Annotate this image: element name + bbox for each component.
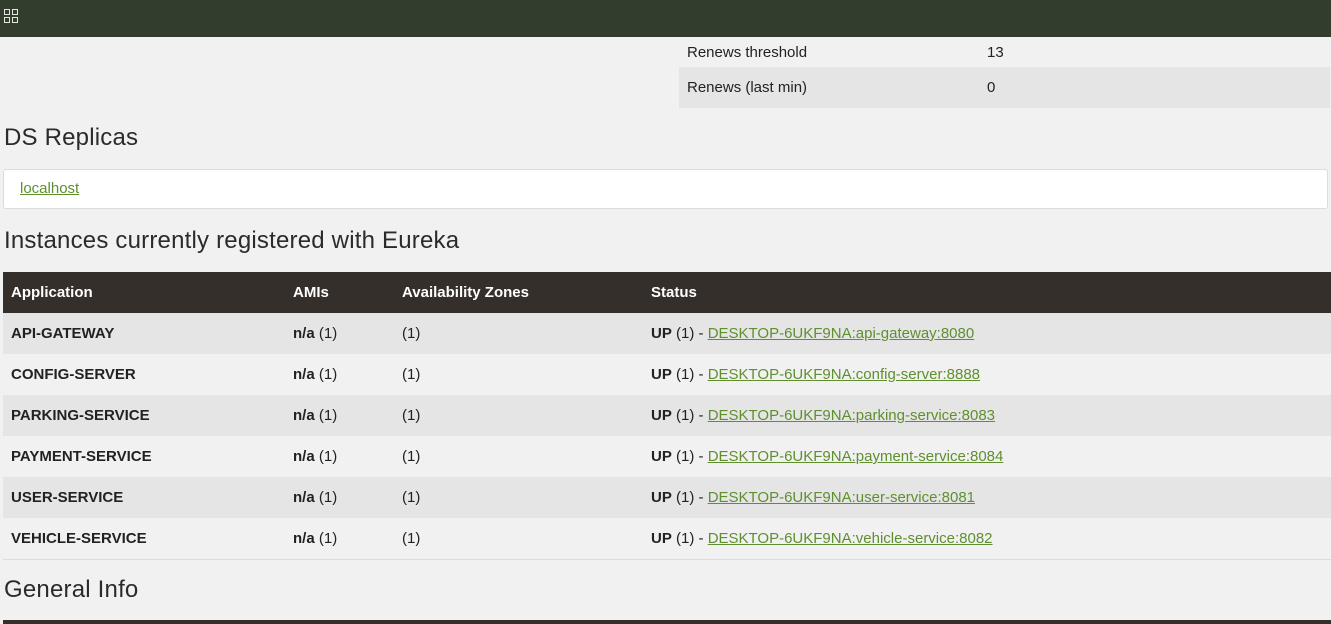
ami-cell: n/a (1) — [285, 436, 394, 477]
column-header-availability-zones: Availability Zones — [394, 272, 643, 313]
ami-value: n/a — [293, 530, 315, 547]
zones-cell: (1) — [394, 354, 643, 395]
ami-value: n/a — [293, 366, 315, 383]
ami-cell: n/a (1) — [285, 477, 394, 518]
stats-value: 0 — [979, 67, 1330, 108]
zones-cell: (1) — [394, 436, 643, 477]
ami-count: (1) — [318, 325, 338, 342]
ami-value: n/a — [293, 489, 315, 506]
application-name: API-GATEWAY — [3, 313, 285, 354]
application-name: VEHICLE-SERVICE — [3, 518, 285, 560]
table-row: USER-SERVICE n/a (1) (1) UP (1) - DESKTO… — [3, 477, 1331, 518]
status-cell: UP (1) - DESKTOP-6UKF9NA:user-service:80… — [643, 477, 1331, 518]
instance-link[interactable]: DESKTOP-6UKF9NA:api-gateway:8080 — [708, 325, 975, 342]
ami-count: (1) — [318, 448, 338, 465]
stats-value: 13 — [987, 43, 1004, 61]
zones-cell: (1) — [394, 313, 643, 354]
instance-link[interactable]: DESKTOP-6UKF9NA:config-server:8888 — [708, 366, 980, 383]
instances-table: Application AMIs Availability Zones Stat… — [3, 272, 1331, 560]
status-value: UP — [651, 489, 672, 506]
general-info-heading: General Info — [4, 576, 139, 603]
ds-replicas-heading: DS Replicas — [4, 124, 139, 151]
status-count: (1) - — [676, 366, 704, 383]
status-cell: UP (1) - DESKTOP-6UKF9NA:parking-service… — [643, 395, 1331, 436]
ami-value: n/a — [293, 407, 315, 424]
ami-count: (1) — [318, 489, 338, 506]
zones-cell: (1) — [394, 395, 643, 436]
status-value: UP — [651, 448, 672, 465]
ami-count: (1) — [318, 366, 338, 383]
status-cell: UP (1) - DESKTOP-6UKF9NA:payment-service… — [643, 436, 1331, 477]
table-row: API-GATEWAY n/a (1) (1) UP (1) - DESKTOP… — [3, 313, 1331, 354]
grid-icon[interactable] — [4, 9, 18, 23]
stats-row: Renews (last min) 0 — [679, 67, 1330, 108]
status-cell: UP (1) - DESKTOP-6UKF9NA:api-gateway:808… — [643, 313, 1331, 354]
ami-value: n/a — [293, 325, 315, 342]
ami-cell: n/a (1) — [285, 518, 394, 560]
ami-cell: n/a (1) — [285, 395, 394, 436]
top-navbar — [0, 0, 1331, 37]
status-cell: UP (1) - DESKTOP-6UKF9NA:config-server:8… — [643, 354, 1331, 395]
status-count: (1) - — [676, 530, 704, 547]
instance-link[interactable]: DESKTOP-6UKF9NA:payment-service:8084 — [708, 448, 1004, 465]
status-count: (1) - — [676, 407, 704, 424]
column-header-amis: AMIs — [285, 272, 394, 313]
application-name: PARKING-SERVICE — [3, 395, 285, 436]
status-count: (1) - — [676, 489, 704, 506]
instances-header-row: Application AMIs Availability Zones Stat… — [3, 272, 1331, 313]
application-name: USER-SERVICE — [3, 477, 285, 518]
renews-stats-table: Renews threshold 13 Renews (last min) 0 — [679, 37, 1330, 108]
status-value: UP — [651, 407, 672, 424]
status-cell: UP (1) - DESKTOP-6UKF9NA:vehicle-service… — [643, 518, 1331, 560]
ami-cell: n/a (1) — [285, 313, 394, 354]
status-count: (1) - — [676, 448, 704, 465]
status-value: UP — [651, 530, 672, 547]
ami-cell: n/a (1) — [285, 354, 394, 395]
instance-link[interactable]: DESKTOP-6UKF9NA:user-service:8081 — [708, 489, 975, 506]
status-value: UP — [651, 366, 672, 383]
instance-link[interactable]: DESKTOP-6UKF9NA:parking-service:8083 — [708, 407, 995, 424]
status-count: (1) - — [676, 325, 704, 342]
table-row: VEHICLE-SERVICE n/a (1) (1) UP (1) - DES… — [3, 518, 1331, 560]
table-row: PARKING-SERVICE n/a (1) (1) UP (1) - DES… — [3, 395, 1331, 436]
zones-cell: (1) — [394, 477, 643, 518]
replicas-list: localhost — [3, 169, 1328, 209]
replica-link-localhost[interactable]: localhost — [20, 180, 79, 197]
application-name: CONFIG-SERVER — [3, 354, 285, 395]
table-row: PAYMENT-SERVICE n/a (1) (1) UP (1) - DES… — [3, 436, 1331, 477]
column-header-status: Status — [643, 272, 1331, 313]
ami-value: n/a — [293, 448, 315, 465]
stats-row: Renews threshold 13 — [679, 37, 1330, 67]
instances-heading: Instances currently registered with Eure… — [4, 227, 460, 254]
general-info-table-header — [3, 620, 1331, 624]
instance-link[interactable]: DESKTOP-6UKF9NA:vehicle-service:8082 — [708, 530, 993, 547]
ami-count: (1) — [318, 407, 338, 424]
application-name: PAYMENT-SERVICE — [3, 436, 285, 477]
status-value: UP — [651, 325, 672, 342]
zones-cell: (1) — [394, 518, 643, 560]
stats-label: Renews threshold — [687, 43, 808, 61]
ami-count: (1) — [318, 530, 338, 547]
stats-label: Renews (last min) — [679, 67, 979, 108]
table-row: CONFIG-SERVER n/a (1) (1) UP (1) - DESKT… — [3, 354, 1331, 395]
column-header-application: Application — [3, 272, 285, 313]
